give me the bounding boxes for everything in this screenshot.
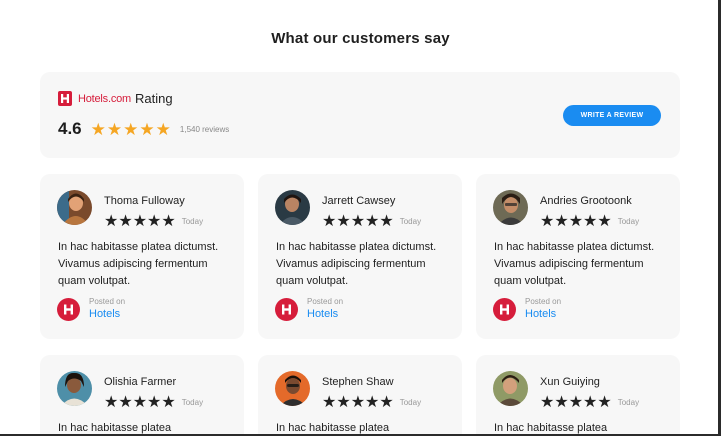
- reviewer-name: Andries Grootoonk: [540, 195, 632, 207]
- star-rating: ★★★★★: [104, 394, 176, 411]
- avatar: [493, 190, 528, 225]
- review-source: Posted on Hotels: [493, 297, 561, 321]
- review-card: Thoma Fulloway ★★★★★ Today In hac habita…: [40, 174, 244, 339]
- review-text: In hac habitasse platea dictumst. Vivamu…: [58, 241, 219, 287]
- review-rating: ★★★★★ Today: [322, 392, 421, 412]
- hotels-logo-icon: [58, 91, 72, 106]
- review-date: Today: [617, 397, 640, 407]
- rating-summary: Hotels.com Rating 4.6 ★ ★ ★ ★ ★ 1,540 re…: [40, 72, 680, 158]
- reviewer-name: Thoma Fulloway: [104, 195, 185, 207]
- star-rating: ★★★★★: [322, 394, 394, 411]
- average-rating: 4.6: [58, 119, 82, 138]
- review-card: Olishia Farmer ★★★★★ Today In hac habita…: [40, 355, 244, 436]
- star-rating: ★★★★★: [540, 213, 612, 230]
- avatar: [57, 190, 92, 225]
- brand-rating-label: Rating: [135, 91, 173, 106]
- review-card: Jarrett Cawsey ★★★★★ Today In hac habita…: [258, 174, 462, 339]
- star-rating: ★★★★★: [104, 213, 176, 230]
- review-rating: ★★★★★ Today: [540, 211, 639, 231]
- review-card: Stephen Shaw ★★★★★ Today In hac habitass…: [258, 355, 462, 436]
- review-date: Today: [181, 397, 204, 407]
- review-rating: ★★★★★ Today: [540, 392, 639, 412]
- brand-row: Hotels.com Rating: [58, 91, 173, 106]
- star-icon: ★: [139, 119, 155, 139]
- review-date: Today: [181, 216, 204, 226]
- star-icon: ★: [106, 119, 123, 139]
- posted-on-label: Posted on: [89, 297, 126, 306]
- reviewer-name: Xun Guiying: [540, 376, 600, 388]
- avatar: [493, 371, 528, 406]
- brand-name: Hotels.com: [78, 92, 132, 105]
- write-review-button[interactable]: WRITE A REVIEW: [563, 105, 661, 126]
- reviewer-name: Stephen Shaw: [322, 376, 394, 388]
- star-icon: ★: [123, 119, 139, 139]
- hotels-badge-icon: [57, 297, 80, 321]
- avatar: [275, 371, 310, 406]
- reviewer-name: Olishia Farmer: [104, 376, 177, 388]
- posted-site-link[interactable]: Hotels: [89, 307, 125, 321]
- review-card: Xun Guiying ★★★★★ Today In hac habitasse…: [476, 355, 680, 436]
- review-source: Posted on Hotels: [57, 297, 125, 321]
- posted-on-label: Posted on: [525, 297, 562, 306]
- reviews-widget: What our customers say Hotels.com Rating…: [0, 0, 721, 436]
- review-date: Today: [617, 216, 640, 226]
- hotels-badge-icon: [275, 297, 298, 321]
- review-count: 1,540 reviews: [179, 124, 230, 134]
- star-icon: ★: [90, 119, 106, 139]
- average-row: 4.6 ★ ★ ★ ★ ★ 1,540 reviews: [58, 119, 229, 139]
- review-rating: ★★★★★ Today: [104, 392, 203, 412]
- star-icon: ★: [155, 119, 171, 139]
- review-text: In hac habitasse platea dictumst. Vivamu…: [276, 241, 437, 287]
- reviewer-name: Jarrett Cawsey: [322, 195, 396, 207]
- review-date: Today: [399, 216, 422, 226]
- review-card: Andries Grootoonk ★★★★★ Today In hac hab…: [476, 174, 680, 339]
- section-title: What our customers say: [271, 30, 450, 47]
- avatar: [275, 190, 310, 225]
- review-text: In hac habitasse platea dictumst. Vivamu…: [494, 241, 655, 287]
- star-rating: ★★★★★: [540, 394, 612, 411]
- avatar: [57, 371, 92, 406]
- review-date: Today: [399, 397, 422, 407]
- star-rating: ★★★★★: [322, 213, 394, 230]
- posted-site-link[interactable]: Hotels: [307, 307, 343, 321]
- posted-on-label: Posted on: [307, 297, 344, 306]
- review-rating: ★★★★★ Today: [322, 211, 421, 231]
- posted-site-link[interactable]: Hotels: [525, 307, 561, 321]
- review-rating: ★★★★★ Today: [104, 211, 203, 231]
- hotels-badge-icon: [493, 297, 516, 321]
- review-source: Posted on Hotels: [275, 297, 343, 321]
- average-stars: ★ ★ ★ ★ ★: [91, 121, 171, 138]
